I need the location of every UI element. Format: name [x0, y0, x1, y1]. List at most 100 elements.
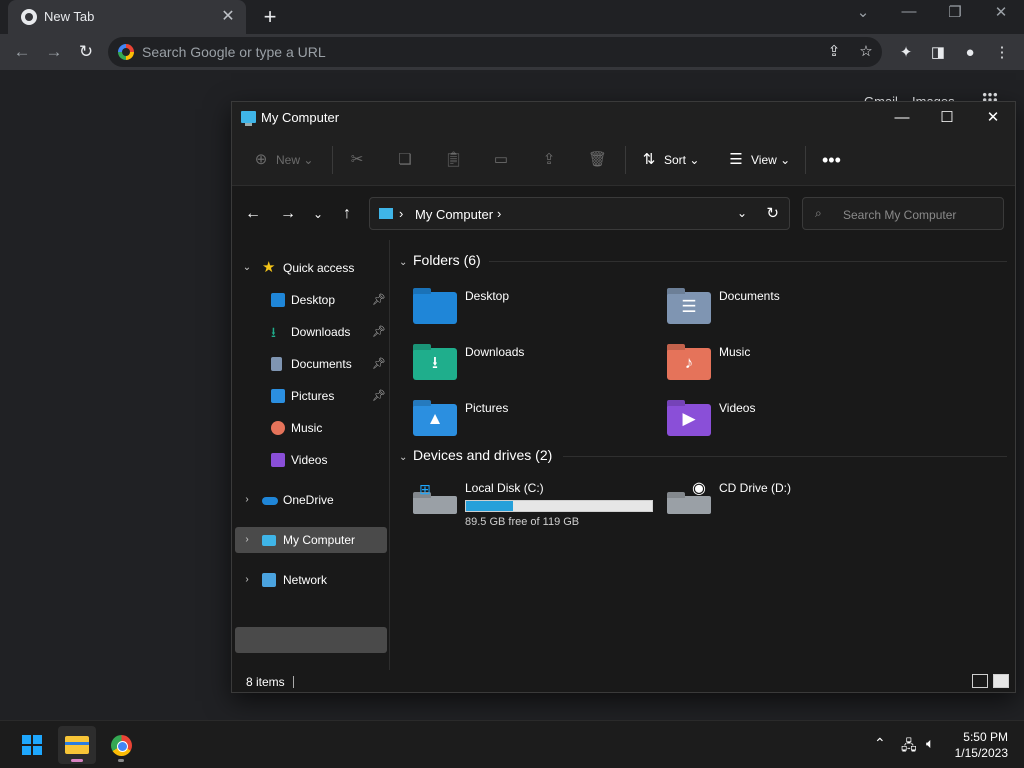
restore-button[interactable]: ❐: [933, 3, 977, 21]
chevron-right-icon[interactable]: ›: [241, 487, 253, 513]
chevron-right-icon[interactable]: ›: [241, 527, 253, 553]
profile-icon[interactable]: ●: [960, 43, 980, 63]
drives-group-header[interactable]: ⌄ Devices and drives (2): [399, 447, 552, 463]
reload-button[interactable]: ↻: [74, 40, 98, 64]
pin-icon[interactable]: 📌︎: [372, 287, 386, 313]
nav-desktop[interactable]: Desktop 📌︎: [232, 287, 390, 313]
folder-pictures[interactable]: ▲ Pictures: [413, 400, 653, 444]
pin-icon[interactable]: 📌︎: [372, 383, 386, 409]
file-explorer-taskbar-button[interactable]: [58, 726, 96, 764]
folder-name: Downloads: [465, 345, 525, 359]
nav-music[interactable]: Music: [232, 415, 390, 441]
close-window-button[interactable]: ✕: [979, 3, 1023, 21]
chevron-down-icon[interactable]: ⌄: [737, 206, 747, 220]
picture-icon: [271, 389, 285, 403]
paste-icon[interactable]: 📋︎: [444, 150, 468, 170]
network-icon[interactable]: 🖧︎: [901, 735, 917, 759]
extensions-icon[interactable]: ✦: [896, 43, 916, 63]
more-options-icon[interactable]: •••: [822, 150, 841, 170]
search-input[interactable]: ⌕ Search My Computer: [802, 197, 1004, 230]
tab-search-icon[interactable]: ⌄: [841, 3, 885, 21]
chrome-taskbar-button[interactable]: [102, 726, 140, 764]
minimize-button[interactable]: —: [887, 3, 931, 20]
drive-cd-d[interactable]: ◉ CD Drive (D:): [667, 480, 907, 524]
nav-my-computer[interactable]: [235, 627, 387, 653]
folder-videos[interactable]: ▶ Videos: [667, 400, 907, 444]
explorer-minimize-button[interactable]: —: [880, 106, 924, 130]
drive-local-disk-c[interactable]: ⊞ Local Disk (C:) 89.5 GB free of 119 GB: [413, 480, 653, 528]
chevron-down-icon[interactable]: ⌄: [241, 255, 253, 281]
chevron-right-icon[interactable]: ›: [497, 206, 501, 221]
new-button[interactable]: ⊕ New ⌄: [252, 150, 314, 170]
chevron-down-icon[interactable]: ⌄: [399, 452, 413, 463]
network-icon: [262, 573, 276, 587]
back-button[interactable]: ←: [10, 40, 34, 64]
drive-local-disk-c[interactable]: [413, 574, 653, 618]
forward-arrow-icon[interactable]: →: [277, 204, 299, 224]
chrome-toolbar: ← → ↻ Search Google or type a URL ⇪ ☆ ✦ …: [0, 34, 1024, 70]
volume-icon[interactable]: 🔈︎: [926, 735, 934, 752]
rename-icon[interactable]: ▭: [492, 150, 516, 170]
back-arrow-icon[interactable]: ←: [242, 204, 264, 224]
tiles-view-icon[interactable]: [993, 674, 1009, 688]
address-path[interactable]: My Computer: [415, 207, 493, 222]
explorer-titlebar: My Computer — ☐ ✕: [232, 102, 1015, 134]
running-indicator: [118, 759, 124, 762]
forward-button[interactable]: →: [42, 40, 66, 64]
copy-icon[interactable]: ❏: [396, 150, 420, 170]
drive-cd-d[interactable]: [667, 574, 907, 618]
share-icon[interactable]: ⇪: [824, 42, 844, 62]
folder-downloads[interactable]: ⭳ Downloads: [413, 344, 653, 388]
explorer-close-button[interactable]: ✕: [971, 106, 1015, 130]
nav-label: Network: [283, 573, 328, 587]
up-arrow-icon[interactable]: ↑: [336, 204, 358, 224]
recent-locations-icon[interactable]: ⌄: [307, 204, 329, 224]
chevron-down-icon[interactable]: ⌄: [399, 257, 413, 268]
nav-network[interactable]: › Network: [232, 567, 390, 593]
view-button[interactable]: ☰ View ⌄: [727, 150, 790, 170]
windows-logo-icon: ⊞: [419, 481, 431, 497]
nav-videos[interactable]: Videos: [232, 447, 390, 473]
content-pane: ⌄ Folders (6) Desktop ☰ Documents ⭳ Downl…: [391, 240, 1016, 670]
refresh-icon[interactable]: ↻: [766, 204, 779, 222]
drive-free-space: 89.5 GB free of 119 GB: [465, 516, 580, 528]
omnibox-placeholder: Search Google or type a URL: [142, 44, 326, 60]
chrome-tab-new-tab[interactable]: New Tab ✕: [8, 0, 246, 34]
nav-label: My Computer: [283, 533, 356, 547]
pin-icon[interactable]: 📌︎: [372, 351, 386, 377]
cut-icon[interactable]: ✂: [348, 150, 372, 170]
start-button[interactable]: [13, 726, 51, 764]
clock-time[interactable]: 5:50 PM: [963, 730, 1008, 744]
show-hidden-icons-chevron-icon[interactable]: ⌃: [874, 735, 886, 752]
menu-kebab-icon[interactable]: ⋮: [992, 43, 1012, 63]
plus-circle-icon: ⊕: [254, 151, 268, 168]
nav-onedrive[interactable]: › OneDrive: [232, 487, 390, 513]
chevron-right-icon[interactable]: ›: [399, 206, 403, 221]
share-icon[interactable]: ⇪: [540, 150, 564, 170]
sort-button[interactable]: ⇅ Sort ⌄: [640, 150, 700, 170]
bookmark-star-icon[interactable]: ☆: [856, 42, 876, 62]
folder-name: Music: [719, 345, 751, 359]
explorer-maximize-button[interactable]: ☐: [925, 106, 969, 130]
nav-documents[interactable]: Documents 📌︎: [232, 351, 390, 377]
nav-quick-access[interactable]: ⌄ ★ Quick access: [232, 255, 390, 281]
nav-label: Desktop: [291, 293, 336, 307]
clock-date[interactable]: 1/15/2023: [955, 746, 1008, 760]
close-tab-icon[interactable]: ✕: [218, 6, 238, 26]
folder-music[interactable]: ♪ Music: [667, 344, 907, 388]
folder-documents[interactable]: ☰ Documents: [667, 288, 907, 332]
folders-group-header[interactable]: ⌄ Folders (6): [399, 252, 481, 268]
side-panel-icon[interactable]: ◨: [928, 43, 948, 63]
details-view-icon[interactable]: [972, 674, 988, 688]
delete-icon[interactable]: 🗑︎: [588, 150, 612, 170]
nav-pictures[interactable]: Pictures 📌︎: [232, 383, 390, 409]
computer-icon: [241, 111, 256, 126]
nav-downloads[interactable]: ⭳ Downloads 📌︎: [232, 319, 390, 345]
omnibox[interactable]: Search Google or type a URL ⇪ ☆: [108, 37, 882, 67]
pin-icon[interactable]: 📌︎: [372, 319, 386, 345]
address-bar[interactable]: › My Computer › ⌄ ↻: [369, 197, 790, 230]
folder-desktop[interactable]: Desktop: [413, 288, 653, 332]
new-tab-button[interactable]: +: [258, 4, 282, 30]
chevron-right-icon[interactable]: ›: [241, 567, 253, 593]
nav-my-computer[interactable]: › My Computer: [235, 527, 387, 553]
